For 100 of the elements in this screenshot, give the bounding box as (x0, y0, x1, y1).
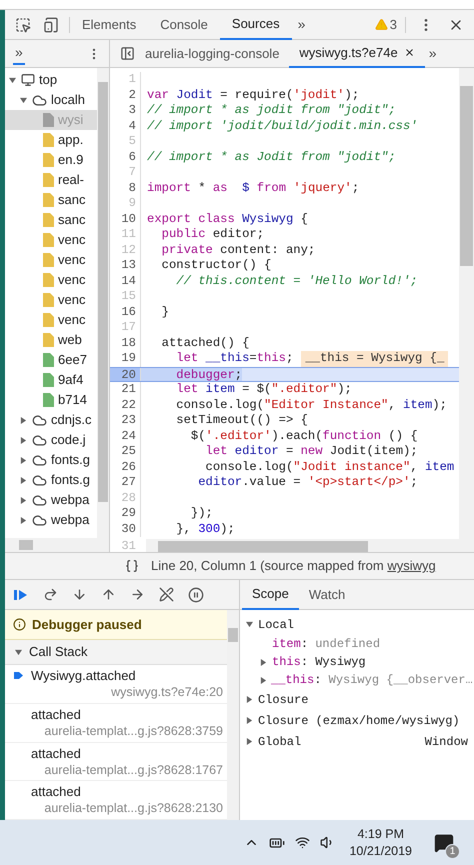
collapsed-arrow-icon[interactable] (20, 416, 28, 424)
frame-location: aurelia-templat...g.js?8628:2130 (44, 800, 224, 818)
code-line: } (160, 304, 169, 320)
tree-item[interactable]: venc (5, 270, 97, 290)
line-number: 23 (120, 413, 137, 428)
scope-label: Global (258, 734, 302, 750)
scope-section[interactable]: Closure (ezmax/home/wysiwyg) (246, 710, 468, 731)
tree-item[interactable]: fonts.g (5, 470, 97, 490)
more-tabs-button[interactable]: » (292, 14, 312, 35)
step-out-icon[interactable] (101, 587, 116, 602)
cloud-icon (32, 492, 47, 508)
line-number: 14 (120, 274, 137, 289)
tree-item[interactable]: sanc (5, 190, 97, 210)
step-over-icon[interactable] (43, 587, 58, 602)
cloud-icon (32, 512, 47, 528)
line-number: 27 (120, 475, 137, 490)
tree-item[interactable]: web (5, 330, 97, 350)
scope-section[interactable]: Closure (246, 689, 468, 710)
tree-item[interactable]: cdnjs.c (5, 410, 97, 430)
tree-item[interactable]: webpa (5, 510, 97, 530)
code-line: private content: any; (160, 242, 316, 258)
call-stack-header[interactable]: Call Stack (5, 640, 227, 666)
tree-item[interactable]: 9af4 (5, 370, 97, 390)
panel-tab[interactable]: Elements (70, 10, 148, 40)
collapsed-arrow-icon[interactable] (260, 676, 267, 684)
horizontal-scrollbar[interactable] (5, 538, 109, 552)
tree-item[interactable]: b714 (5, 390, 97, 410)
tree-item[interactable]: 6ee7 (5, 350, 97, 370)
more-files-button[interactable]: » (424, 43, 440, 64)
line-number: 3 (128, 103, 137, 118)
wifi-icon[interactable] (295, 835, 310, 850)
collapsed-arrow-icon[interactable] (20, 436, 28, 444)
code-line: import * as $ from 'jquery'; (146, 180, 360, 196)
code-line: console.log("Jodit instance", item (204, 460, 454, 475)
line-number: 16 (120, 304, 137, 320)
collapsed-arrow-icon[interactable] (20, 456, 28, 464)
more-panes-button[interactable]: » (13, 42, 25, 65)
tree-item[interactable]: localh (5, 90, 97, 110)
collapsed-arrow-icon[interactable] (260, 658, 268, 666)
sidebar-tab[interactable]: Watch (298, 580, 356, 610)
tree-item[interactable]: top (5, 70, 97, 90)
toggle-navigator-icon[interactable] (120, 46, 135, 61)
tree-item[interactable]: real- (5, 170, 97, 190)
line-number: 13 (120, 258, 137, 274)
tree-item[interactable]: app. (5, 130, 97, 150)
code-line: setTimeout(() => { (175, 413, 308, 428)
expanded-arrow-icon[interactable] (9, 76, 17, 84)
step-icon[interactable] (130, 587, 145, 602)
tree-item[interactable]: venc (5, 230, 97, 250)
horizontal-scrollbar[interactable] (146, 538, 459, 554)
collapsed-arrow-icon[interactable] (246, 696, 254, 703)
inline-value: __this = Wysiwyg {_ (301, 351, 448, 366)
line-number: 28 (120, 490, 137, 506)
collapsed-arrow-icon[interactable] (246, 717, 254, 724)
expanded-arrow-icon[interactable] (20, 96, 28, 104)
device-icon[interactable] (43, 16, 59, 32)
collapsed-arrow-icon[interactable] (246, 738, 254, 745)
tree-item[interactable]: sanc (5, 210, 97, 230)
tree-item[interactable]: fonts.g (5, 450, 97, 470)
collapsed-arrow-icon[interactable] (20, 476, 28, 484)
scope-section[interactable]: Global Window (246, 731, 468, 752)
clock[interactable]: 4:19 PM 10/21/2019 (345, 826, 416, 860)
file-tab[interactable]: aurelia-logging-console (135, 40, 290, 68)
tree-item[interactable]: venc (5, 250, 97, 270)
deactivate-breakpoints-icon[interactable] (159, 587, 174, 602)
cursor-position: Line 20, Column 1 (source mapped from wysiwyg (151, 557, 436, 576)
scrollbar[interactable] (97, 68, 109, 538)
source-link[interactable]: wysiwyg (387, 558, 436, 574)
line-number: 9 (128, 196, 137, 212)
tree-item[interactable]: venc (5, 290, 97, 310)
collapsed-arrow-icon[interactable] (20, 496, 28, 504)
code-line: constructor() { (160, 258, 272, 274)
notifications-icon[interactable] (434, 832, 454, 852)
collapsed-arrow-icon[interactable] (20, 516, 28, 524)
line-number: 26 (120, 460, 137, 475)
scope-label: Closure (258, 692, 308, 708)
scrollbar[interactable] (459, 68, 474, 552)
expanded-arrow-icon[interactable] (15, 648, 23, 656)
scope-section[interactable]: Local (246, 614, 468, 635)
step-into-icon[interactable] (72, 587, 87, 602)
panel-tab[interactable]: Console (148, 10, 220, 40)
expanded-arrow-icon[interactable] (246, 621, 254, 628)
code-line: console.log("Editor Instance", item); (175, 398, 447, 413)
frame-location: aurelia-templat...g.js?8628:3759 (44, 723, 224, 740)
inspect-icon[interactable] (15, 16, 31, 32)
resume-icon[interactable] (13, 588, 29, 602)
frame-name: attached (31, 706, 82, 724)
clock-time: 4:19 PM (357, 826, 404, 842)
file-tab[interactable]: wysiwyg.ts?e74e (289, 40, 425, 68)
sidebar-tab[interactable]: Scope (242, 580, 299, 610)
pretty-print-icon[interactable] (125, 559, 139, 573)
line-number: 29 (120, 506, 137, 522)
tree-item[interactable]: code.j (5, 430, 97, 450)
tree-item[interactable]: en.9 (5, 150, 97, 170)
tree-item[interactable]: webpa (5, 490, 97, 510)
close-tab-icon[interactable] (404, 47, 415, 58)
pause-icon[interactable] (188, 586, 204, 602)
scrollbar[interactable] (227, 610, 239, 820)
code-line: // import 'jodit/build/jodit.min.css' (146, 118, 418, 134)
tree-item[interactable]: venc (5, 310, 97, 330)
